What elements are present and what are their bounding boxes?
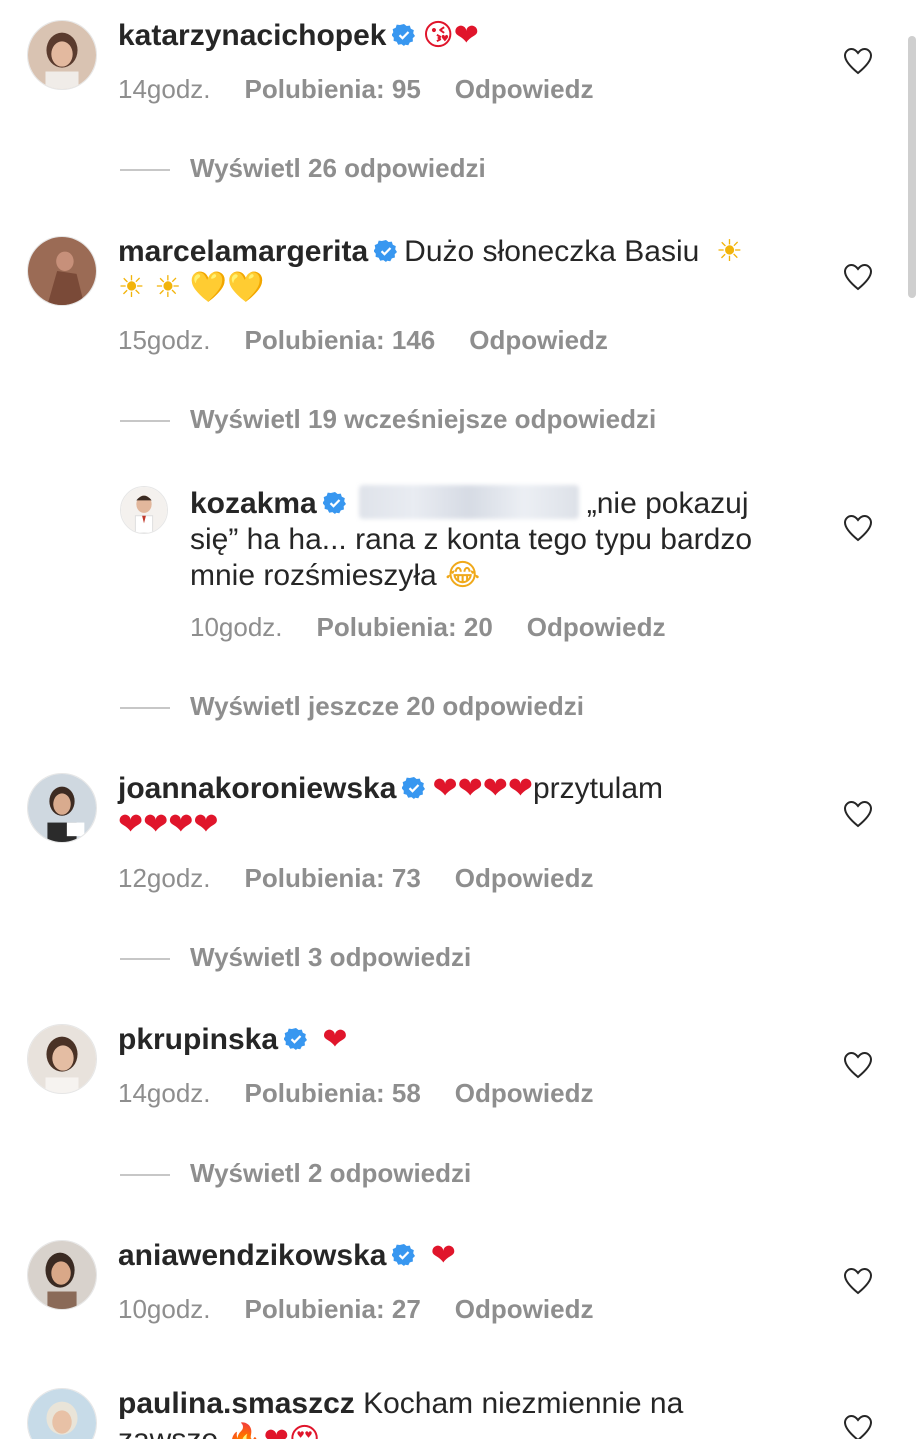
likes-count[interactable]: Polubienia: 146 (245, 325, 436, 355)
comment-meta: 10godz. Polubienia: 27 Odpowiedz (118, 1294, 627, 1325)
view-replies-label: Wyświetl 26 odpowiedzi (190, 153, 486, 183)
comment-message: przytulam (532, 772, 664, 805)
comments-screen: katarzynacichopek 😘❤ 14godz. Polubienia: 9… (0, 0, 920, 1439)
like-heart-icon[interactable] (843, 263, 873, 291)
like-heart-icon[interactable] (843, 47, 873, 75)
comment-time: 10godz. (118, 1294, 211, 1324)
sun-emoji: ☀ ☀ (118, 270, 182, 305)
red-heart-emoji: ❤ (430, 1238, 456, 1273)
divider-line (120, 1174, 170, 1176)
verified-badge-icon (284, 1027, 308, 1051)
comment-time: 15godz. (118, 325, 211, 355)
divider-line (120, 707, 170, 709)
likes-count[interactable]: Polubienia: 73 (245, 863, 421, 893)
like-heart-icon[interactable] (843, 1051, 873, 1079)
like-heart-icon[interactable] (843, 800, 873, 828)
likes-count[interactable]: Polubienia: 20 (317, 612, 493, 642)
comment-message: „nie pokazuj (586, 487, 749, 520)
avatar[interactable] (120, 486, 168, 534)
verified-badge-icon (392, 23, 416, 47)
reply-button[interactable]: Odpowiedz (469, 325, 608, 355)
username[interactable]: kozakma (190, 487, 317, 520)
comment-text: aniawendzikowska ❤ (118, 1238, 838, 1274)
comment-time: 14godz. (118, 1078, 211, 1108)
reply-button[interactable]: Odpowiedz (455, 1078, 594, 1108)
avatar[interactable] (27, 1240, 97, 1310)
avatar[interactable] (27, 773, 97, 843)
reply-button[interactable]: Odpowiedz (455, 74, 594, 104)
comment-message: Kocham niezmiennie na (363, 1387, 684, 1420)
likes-count[interactable]: Polubienia: 27 (245, 1294, 421, 1324)
username[interactable]: aniawendzikowska (118, 1239, 386, 1272)
username[interactable]: marcelamargerita (118, 235, 368, 268)
red-heart-emoji: ❤ (322, 1022, 348, 1057)
comment-meta: 15godz. Polubienia: 146 Odpowiedz (118, 325, 642, 356)
view-replies-label: Wyświetl 19 wcześniejsze odpowiedzi (190, 404, 657, 434)
comment-meta: 12godz. Polubienia: 73 Odpowiedz (118, 863, 627, 894)
comment-message: się” ha ha... rana z konta tego typu bar… (190, 523, 753, 556)
laughing-emoji: 😂 (445, 558, 481, 593)
comment-text: katarzynacichopek 😘❤ (118, 18, 838, 54)
verified-badge-icon (402, 776, 426, 800)
comment-time: 12godz. (118, 863, 211, 893)
reply-button[interactable]: Odpowiedz (527, 612, 666, 642)
comment-time: 10godz. (190, 612, 283, 642)
like-heart-icon[interactable] (843, 1267, 873, 1295)
reply-button[interactable]: Odpowiedz (455, 1294, 594, 1324)
verified-badge-icon (374, 239, 398, 263)
likes-count[interactable]: Polubienia: 58 (245, 1078, 421, 1108)
avatar[interactable] (27, 1388, 97, 1439)
comment-text: joannakoroniewska ❤❤❤❤przytulam ❤❤❤❤ (118, 771, 838, 843)
view-replies-label: Wyświetl 3 odpowiedzi (190, 942, 472, 972)
scrollbar[interactable] (908, 36, 916, 298)
reply-button[interactable]: Odpowiedz (455, 863, 594, 893)
comment-meta: 14godz. Polubienia: 95 Odpowiedz (118, 74, 627, 105)
emoji-tail: 😘❤ (422, 18, 479, 53)
comment-message: mnie rozśmieszyła (190, 559, 437, 592)
avatar[interactable] (27, 236, 97, 306)
red-heart-emoji: ❤❤❤❤ (118, 807, 219, 842)
comment-meta: 14godz. Polubienia: 58 Odpowiedz (118, 1078, 627, 1109)
yellow-heart-emoji: 💛💛 (189, 270, 265, 305)
avatar[interactable] (27, 1024, 97, 1094)
comment-text: kozakma „nie pokazuj się” ha ha... rana z… (190, 485, 830, 594)
username[interactable]: paulina.smaszcz (118, 1387, 355, 1420)
username[interactable]: pkrupinska (118, 1023, 278, 1056)
comment-message: Dużo słoneczka Basiu (404, 235, 700, 268)
username[interactable]: joannakoroniewska (118, 772, 396, 805)
emoji-tail: 🔥❤😍 (226, 1422, 320, 1439)
red-heart-emoji: ❤❤❤❤ (432, 771, 533, 806)
comment-text: pkrupinska ❤ (118, 1022, 838, 1058)
username[interactable]: katarzynacichopek (118, 19, 386, 52)
verified-badge-icon (392, 1243, 416, 1267)
view-replies-label: Wyświetl 2 odpowiedzi (190, 1158, 472, 1188)
divider-line (120, 420, 170, 422)
divider-line (120, 958, 170, 960)
avatar[interactable] (27, 20, 97, 90)
sun-emoji: ☀ (715, 234, 743, 269)
comment-meta: 10godz. Polubienia: 20 Odpowiedz (190, 612, 699, 643)
comment-text: paulina.smaszcz Kocham niezmiennie na za… (118, 1386, 838, 1439)
comment-message: zawsze (118, 1423, 218, 1439)
divider-line (120, 169, 170, 171)
comment-text: marcelamargerita Dużo słoneczka Basiu ☀ ☀… (118, 234, 838, 306)
comment-time: 14godz. (118, 74, 211, 104)
like-heart-icon[interactable] (843, 1414, 873, 1439)
verified-badge-icon (322, 491, 347, 515)
view-replies-label: Wyświetl jeszcze 20 odpowiedzi (190, 691, 584, 721)
blurred-mention (358, 485, 579, 519)
likes-count[interactable]: Polubienia: 95 (245, 74, 421, 104)
like-heart-icon[interactable] (843, 514, 873, 542)
